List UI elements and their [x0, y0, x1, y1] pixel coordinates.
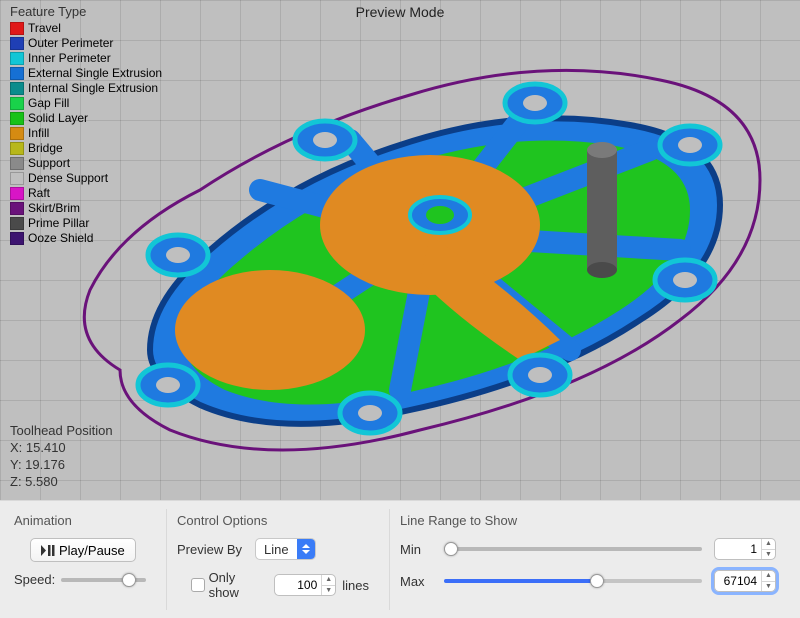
- animation-header: Animation: [14, 513, 146, 528]
- legend-item: Infill: [10, 126, 162, 141]
- line-range-header: Line Range to Show: [400, 513, 776, 528]
- legend-item: Dense Support: [10, 171, 162, 186]
- legend-header: Feature Type: [10, 4, 162, 19]
- legend-swatch: [10, 172, 24, 185]
- control-options-header: Control Options: [177, 513, 369, 528]
- lines-suffix: lines: [342, 578, 369, 593]
- only-show-stepper[interactable]: ▲▼: [321, 575, 335, 595]
- min-label: Min: [400, 542, 432, 557]
- legend-swatch: [10, 202, 24, 215]
- max-stepper[interactable]: ▲▼: [761, 571, 775, 591]
- feature-type-legend: Feature Type TravelOuter PerimeterInner …: [10, 4, 162, 246]
- max-slider[interactable]: [444, 579, 702, 583]
- legend-swatch: [10, 112, 24, 125]
- legend-item: Ooze Shield: [10, 231, 162, 246]
- min-input[interactable]: [715, 539, 761, 559]
- control-options-group: Control Options Preview By Line Only sho…: [173, 509, 383, 610]
- preview-by-label: Preview By: [177, 542, 255, 557]
- legend-swatch: [10, 22, 24, 35]
- animation-group: Animation Play/Pause Speed:: [10, 509, 160, 610]
- legend-swatch: [10, 157, 24, 170]
- line-range-group: Line Range to Show Min ▲▼ Max ▲▼: [396, 509, 790, 610]
- preview-by-value: Line: [256, 542, 297, 557]
- legend-swatch: [10, 127, 24, 140]
- legend-item: Support: [10, 156, 162, 171]
- toolhead-y: Y: 19.176: [10, 456, 113, 473]
- preview-viewport[interactable]: Preview Mode: [0, 0, 800, 500]
- legend-swatch: [10, 82, 24, 95]
- legend-label: Inner Perimeter: [28, 51, 111, 66]
- legend-label: Infill: [28, 126, 49, 141]
- legend-label: Ooze Shield: [28, 231, 93, 246]
- legend-label: Dense Support: [28, 171, 108, 186]
- preview-by-select[interactable]: Line: [255, 538, 316, 560]
- legend-item: Raft: [10, 186, 162, 201]
- legend-swatch: [10, 37, 24, 50]
- legend-label: External Single Extrusion: [28, 66, 162, 81]
- legend-item: Internal Single Extrusion: [10, 81, 162, 96]
- legend-label: Raft: [28, 186, 50, 201]
- legend-item: Solid Layer: [10, 111, 162, 126]
- min-value-box[interactable]: ▲▼: [714, 538, 776, 560]
- legend-label: Bridge: [28, 141, 63, 156]
- only-show-label: Only show: [209, 570, 269, 600]
- play-pause-icon: [41, 545, 55, 556]
- legend-item: Skirt/Brim: [10, 201, 162, 216]
- min-stepper[interactable]: ▲▼: [761, 539, 775, 559]
- legend-label: Solid Layer: [28, 111, 88, 126]
- legend-item: Bridge: [10, 141, 162, 156]
- legend-label: Travel: [28, 21, 61, 36]
- legend-item: Prime Pillar: [10, 216, 162, 231]
- max-input[interactable]: [715, 571, 761, 591]
- legend-label: Skirt/Brim: [28, 201, 80, 216]
- controls-panel: Animation Play/Pause Speed: Control Opti…: [0, 500, 800, 618]
- only-show-checkbox[interactable]: [191, 578, 205, 592]
- legend-swatch: [10, 187, 24, 200]
- legend-label: Internal Single Extrusion: [28, 81, 158, 96]
- legend-label: Gap Fill: [28, 96, 69, 111]
- legend-label: Support: [28, 156, 70, 171]
- legend-swatch: [10, 217, 24, 230]
- min-slider[interactable]: [444, 547, 702, 551]
- speed-label: Speed:: [14, 572, 55, 587]
- legend-swatch: [10, 97, 24, 110]
- only-show-count[interactable]: ▲▼: [274, 574, 336, 596]
- chevrons-icon: [297, 539, 315, 559]
- max-label: Max: [400, 574, 432, 589]
- play-pause-label: Play/Pause: [59, 543, 125, 558]
- legend-item: Outer Perimeter: [10, 36, 162, 51]
- legend-label: Prime Pillar: [28, 216, 89, 231]
- legend-item: Gap Fill: [10, 96, 162, 111]
- toolhead-z: Z: 5.580: [10, 473, 113, 490]
- legend-item: Travel: [10, 21, 162, 36]
- legend-swatch: [10, 232, 24, 245]
- toolhead-position: Toolhead Position X: 15.410 Y: 19.176 Z:…: [10, 422, 113, 490]
- legend-swatch: [10, 142, 24, 155]
- legend-swatch: [10, 67, 24, 80]
- play-pause-button[interactable]: Play/Pause: [30, 538, 136, 562]
- toolhead-header: Toolhead Position: [10, 422, 113, 439]
- speed-slider[interactable]: [61, 578, 146, 582]
- legend-swatch: [10, 52, 24, 65]
- legend-item: External Single Extrusion: [10, 66, 162, 81]
- legend-item: Inner Perimeter: [10, 51, 162, 66]
- legend-label: Outer Perimeter: [28, 36, 113, 51]
- toolhead-x: X: 15.410: [10, 439, 113, 456]
- only-show-input[interactable]: [275, 575, 321, 595]
- max-value-box[interactable]: ▲▼: [714, 570, 776, 592]
